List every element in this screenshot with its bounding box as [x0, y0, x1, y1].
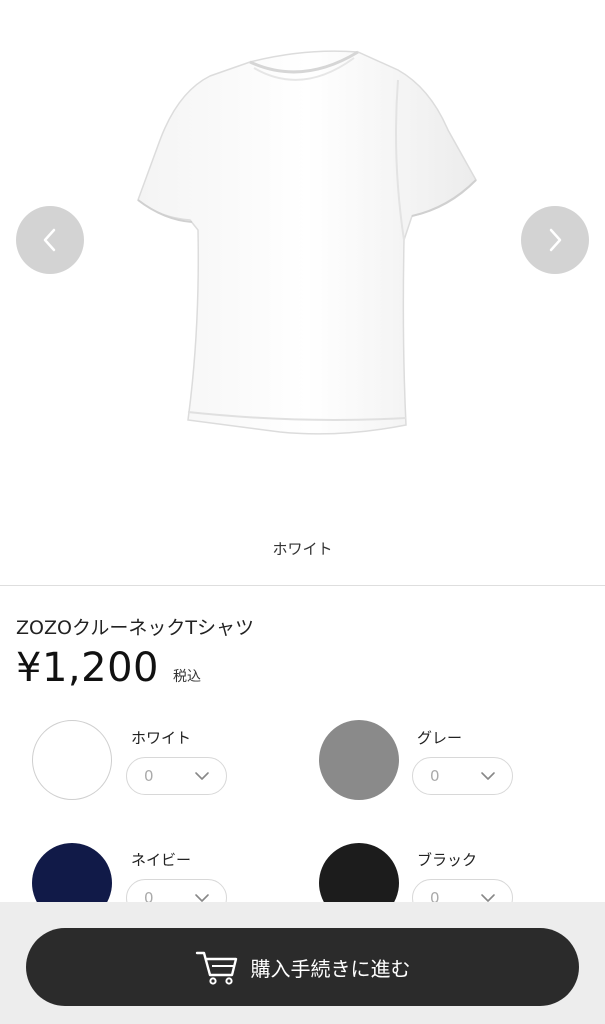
chevron-down-icon — [481, 772, 495, 780]
checkout-label: 購入手続きに進む — [250, 956, 411, 981]
quantity-select-gray[interactable]: 0 — [412, 757, 513, 795]
tax-label: 税込 — [172, 669, 201, 685]
product-detail-page: ホワイト ZOZOクルーネックTシャツ ¥1,200 税込 ホワイト 0 グレー… — [0, 0, 605, 1024]
product-name: ZOZOクルーネックTシャツ — [16, 617, 254, 639]
bottom-purchase-bar: 購入手続きに進む — [0, 902, 605, 1024]
chevron-left-icon — [43, 228, 56, 252]
color-label-gray: グレー — [417, 729, 463, 747]
color-label-black: ブラック — [417, 851, 478, 869]
product-image — [137, 50, 477, 435]
product-image-carousel: ホワイト — [0, 0, 605, 585]
quantity-value: 0 — [144, 767, 154, 785]
quantity-select-white[interactable]: 0 — [126, 757, 227, 795]
color-label-navy: ネイビー — [131, 851, 192, 869]
chevron-right-icon — [549, 228, 562, 252]
color-swatch-white[interactable] — [32, 720, 112, 800]
checkout-button[interactable]: 購入手続きに進む — [26, 928, 579, 1006]
cart-icon — [195, 951, 237, 985]
carousel-next-button[interactable] — [521, 206, 589, 274]
section-divider — [0, 585, 605, 586]
quantity-value: 0 — [430, 767, 440, 785]
current-color-caption: ホワイト — [272, 540, 333, 558]
product-price: ¥1,200 — [16, 645, 159, 691]
chevron-down-icon — [195, 772, 209, 780]
price-row: ¥1,200 税込 — [16, 645, 201, 691]
color-label-white: ホワイト — [131, 729, 192, 747]
color-swatch-gray[interactable] — [319, 720, 399, 800]
carousel-prev-button[interactable] — [16, 206, 84, 274]
